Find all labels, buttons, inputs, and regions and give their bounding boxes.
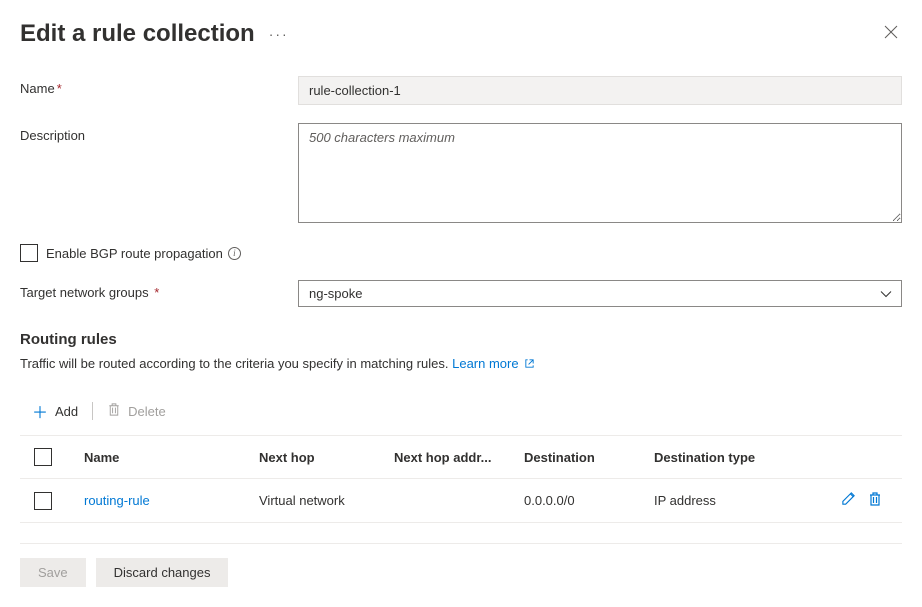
add-button[interactable]: ＋ Add [32,399,78,423]
required-indicator: * [57,81,62,96]
header-left: Edit a rule collection ··· [20,20,289,48]
target-groups-select[interactable]: ng-spoke [298,280,902,307]
header-destination[interactable]: Destination [524,450,654,465]
panel-header: Edit a rule collection ··· [20,20,902,48]
row-checkbox[interactable] [34,492,52,510]
header-nexthopaddr[interactable]: Next hop addr... [394,450,524,465]
table-toolbar: ＋ Add Delete [20,391,902,435]
add-label: Add [55,404,78,419]
target-groups-label-text: Target network groups [20,285,149,300]
description-textarea[interactable] [298,123,902,223]
external-link-icon [524,359,535,371]
target-groups-select-wrapper: ng-spoke [298,280,902,307]
header-desttype[interactable]: Destination type [654,450,784,465]
more-icon[interactable]: ··· [269,26,289,42]
rule-destination: 0.0.0.0/0 [524,493,654,508]
edit-icon[interactable] [841,491,856,510]
rules-table: Name Next hop Next hop addr... Destinati… [20,435,902,523]
description-row: Description [20,123,902,226]
table-row: routing-rule Virtual network 0.0.0.0/0 I… [20,479,902,523]
bgp-label: Enable BGP route propagation [46,246,223,261]
description-label: Description [20,123,298,143]
select-all-checkbox[interactable] [34,448,52,466]
learn-more-text: Learn more [452,356,518,371]
delete-button[interactable]: Delete [107,402,166,420]
plus-icon: ＋ [32,399,48,423]
discard-button[interactable]: Discard changes [96,558,229,587]
name-input[interactable] [298,76,902,105]
required-indicator: * [151,285,160,300]
row-check-cell [34,492,84,510]
routing-desc-text: Traffic will be routed according to the … [20,356,448,371]
close-icon[interactable] [880,21,902,48]
toolbar-divider [92,402,93,420]
name-label: Name* [20,76,298,96]
bgp-row: Enable BGP route propagation i [20,244,902,262]
target-groups-label: Target network groups * [20,280,298,300]
info-icon[interactable]: i [228,247,241,260]
target-groups-row: Target network groups * ng-spoke [20,280,902,307]
header-name[interactable]: Name [84,450,259,465]
delete-label: Delete [128,404,166,419]
bgp-checkbox[interactable] [20,244,38,262]
save-button[interactable]: Save [20,558,86,587]
select-all-cell [34,448,84,466]
table-header-row: Name Next hop Next hop addr... Destinati… [20,436,902,479]
rule-name-link[interactable]: routing-rule [84,493,259,508]
delete-row-icon[interactable] [868,491,882,510]
routing-rules-title: Routing rules [20,331,902,348]
page-title: Edit a rule collection [20,20,255,48]
header-nexthop[interactable]: Next hop [259,450,394,465]
routing-rules-description: Traffic will be routed according to the … [20,356,902,371]
rule-desttype: IP address [654,493,784,508]
name-label-text: Name [20,81,55,96]
learn-more-link[interactable]: Learn more [452,356,535,371]
rule-nexthop: Virtual network [259,493,394,508]
footer: Save Discard changes [20,543,902,587]
name-row: Name* [20,76,902,105]
trash-icon [107,402,121,420]
